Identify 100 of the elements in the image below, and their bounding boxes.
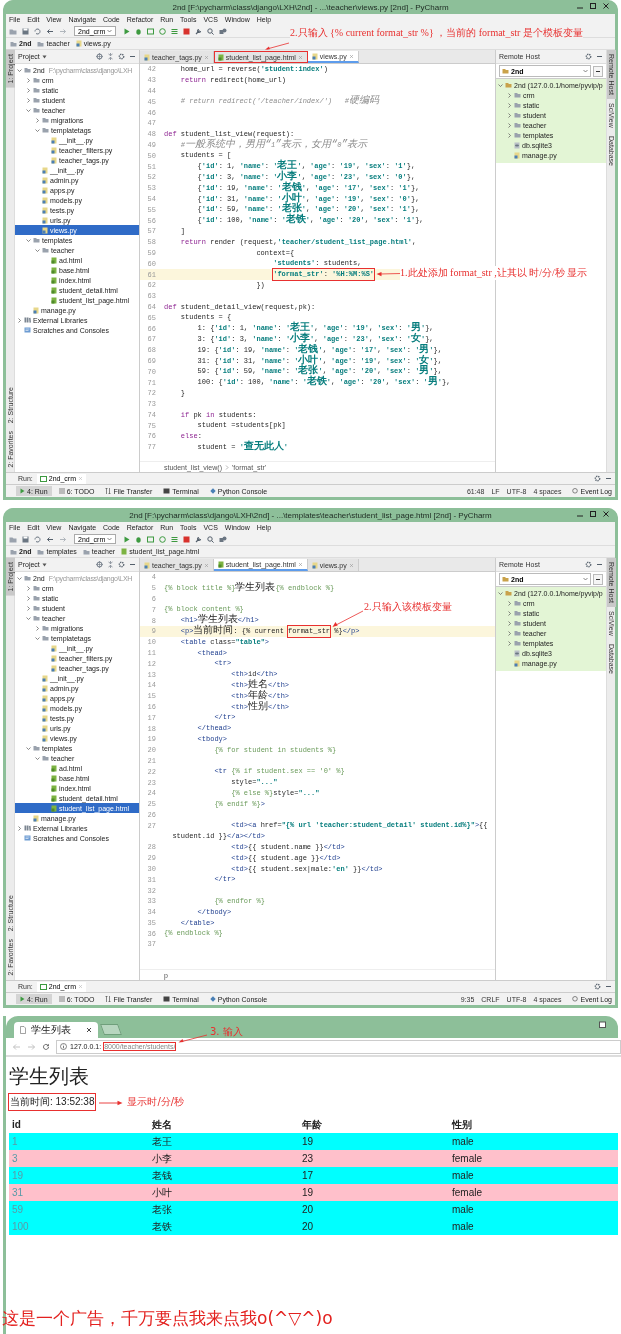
terminal-icon [163,996,171,1002]
close-icon[interactable] [602,511,610,517]
settings-icon[interactable] [118,561,125,568]
browser-tab[interactable]: 学生列表 [14,1022,98,1038]
bug-icon[interactable] [135,535,143,543]
table-cell-text: male [452,1170,475,1181]
column-header: id [12,1119,22,1130]
annotation-note: 3. 输入 [210,1025,243,1039]
caret-icon [583,69,588,73]
target-icon[interactable] [96,53,103,60]
save-icon[interactable] [22,27,29,35]
folder-icon [37,548,45,555]
minimize-icon[interactable] [129,561,136,568]
run-icon[interactable] [123,27,131,35]
settings-icon[interactable] [594,983,601,990]
dash-icon [596,69,600,73]
wrench-icon[interactable] [195,27,203,35]
column-header: 姓名 [152,1117,173,1132]
more-button[interactable] [593,573,603,585]
close-icon[interactable] [602,3,610,9]
save-icon[interactable] [22,535,29,543]
profile-icon[interactable] [159,27,167,35]
annotation-arrow [99,1100,124,1106]
profile-icon[interactable] [159,535,167,543]
minimize-icon[interactable] [129,53,136,60]
search-icon[interactable] [207,535,215,543]
maximize-icon[interactable] [589,3,597,9]
table-cell-text: male [452,1136,475,1147]
minimize-icon[interactable] [596,53,603,60]
library-icon [24,825,31,831]
caret-icon [17,317,22,323]
stop-icon[interactable] [183,27,191,35]
back-arrow-icon[interactable] [46,27,54,35]
console-icon [39,475,47,482]
page-icon [20,1026,26,1034]
table-cell-text: 23 [302,1153,315,1164]
folder-icon [82,548,90,555]
reload-icon[interactable] [42,1042,50,1051]
table-cell-text: male [452,1221,475,1232]
coverage-icon[interactable] [147,535,155,543]
search-icon[interactable] [207,27,215,35]
table-cell-text: 小李 [152,1151,173,1166]
wrench-icon[interactable] [195,535,203,543]
annotation-note: 显示时/分/秒 [127,1095,185,1109]
server-folder-icon [502,68,509,74]
play-icon [20,996,25,1002]
database-file-icon [514,649,520,657]
stop-icon[interactable] [183,535,191,543]
minimize-icon[interactable] [605,983,612,990]
settings-icon[interactable] [585,53,592,60]
restore-icon[interactable] [599,1020,608,1028]
ad-text[interactable]: 这是一个广告，千万要点我来点我o(^▽^)o [0,1307,621,1334]
table-cell-text: female [452,1153,483,1164]
folder-icon [37,40,45,47]
more-button[interactable] [593,65,603,77]
minimize-icon[interactable] [605,475,612,482]
table-cell-text: 19 [302,1136,315,1147]
console-icon [39,983,47,990]
annotation-note: 2.只输入 {% current format_str %} ，当前的 format_str 是个模板变量 [290,26,583,40]
caret-icon [41,562,47,567]
window-title: 2nd [F:\pycharm\class\django\LXH\2nd] - ...\teacher\views.py [2nd] - PyCharm [172,2,449,12]
table-cell-text: 老张 [152,1202,173,1217]
transfer-arrows-icon [105,488,112,494]
library-icon [24,317,31,323]
python-file-icon [514,151,520,159]
page-heading: 学生列表 [9,1063,90,1090]
collapse-icon[interactable] [107,53,114,60]
settings-icon[interactable] [585,561,592,568]
concurrency-icon[interactable] [171,535,179,543]
sdk-icon[interactable] [219,27,228,35]
sdk-icon[interactable] [219,535,228,543]
scratches-icon [24,835,31,841]
annotation-note: 2.只输入该模板变量 [364,600,452,614]
caret-icon [583,577,588,581]
close-icon[interactable] [86,1027,92,1033]
server-folder-icon [502,576,509,582]
minimize-icon[interactable] [596,561,603,568]
bug-icon[interactable] [135,27,143,35]
table-cell-text: 19 [302,1187,315,1198]
collapse-icon[interactable] [107,561,114,568]
coverage-icon[interactable] [147,27,155,35]
table-cell-text: 老钱 [152,1168,173,1183]
concurrency-icon[interactable] [171,27,179,35]
transfer-arrows-icon [105,996,112,1002]
settings-icon[interactable] [594,475,601,482]
dash-icon [596,577,600,581]
caret-icon [41,54,47,59]
settings-icon[interactable] [118,53,125,60]
sync-icon[interactable] [34,27,41,35]
python-file-icon [144,561,150,569]
current-time: 当前时间: 13:52:38 [9,1094,96,1110]
maximize-icon[interactable] [589,511,597,517]
annotation-arrow [178,1034,208,1044]
target-icon[interactable] [96,561,103,568]
back-arrow-icon[interactable] [46,535,54,543]
scratches-icon [24,327,31,333]
speech-bubble-icon [572,488,579,494]
run-icon[interactable] [123,535,131,543]
sync-icon[interactable] [34,535,41,543]
python-file-icon [33,306,39,314]
